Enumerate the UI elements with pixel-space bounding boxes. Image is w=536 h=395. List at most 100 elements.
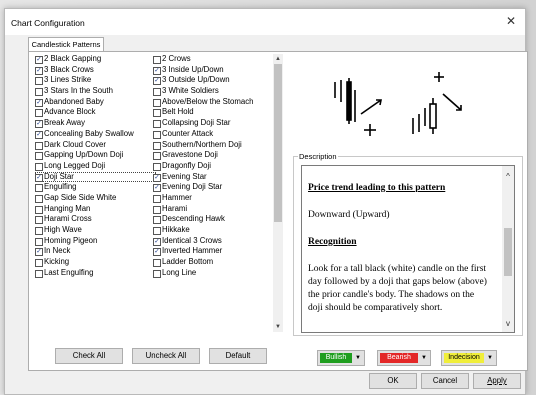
chevron-down-icon[interactable]: v [502,319,514,328]
checkbox[interactable]: ✓ [35,130,43,139]
pattern-item[interactable]: Hanging Man [35,204,151,215]
pattern-item[interactable]: Collapsing Doji Star [153,118,269,129]
pattern-item[interactable]: Long Line [153,268,269,279]
checkbox[interactable] [153,162,161,171]
checkbox[interactable] [35,109,43,118]
pattern-item[interactable]: Homing Pigeon [35,236,151,247]
description-box[interactable]: Price trend leading to this pattern Down… [301,165,515,333]
pattern-item[interactable]: ✓ Abandoned Baby [35,97,151,108]
description-scrollbar[interactable]: ^ v [502,166,514,332]
checkbox[interactable]: ✓ [153,184,161,193]
pattern-list-scrollbar[interactable]: ▲ ▼ [273,54,283,332]
pattern-item[interactable]: 3 White Soldiers [153,86,269,97]
checkbox[interactable]: ✓ [153,173,161,182]
bullish-color-button[interactable]: Bullish ▼ [317,350,365,366]
pattern-item[interactable]: Harami Cross [35,214,151,225]
pattern-item[interactable]: Gravestone Doji [153,150,269,161]
scroll-thumb[interactable] [274,64,282,222]
pattern-item[interactable]: Engulfing [35,182,151,193]
checkbox[interactable]: ✓ [153,237,161,246]
ok-button[interactable]: OK [369,373,417,389]
pattern-item[interactable]: Counter Attack [153,129,269,140]
pattern-item[interactable]: Harami [153,204,269,215]
checkbox[interactable] [35,184,43,193]
pattern-item[interactable]: Long Legged Doji [35,161,151,172]
pattern-item[interactable]: Above/Below the Stomach [153,97,269,108]
pattern-item[interactable]: Last Engulfing [35,268,151,279]
pattern-item[interactable]: Dark Cloud Cover [35,140,151,151]
pattern-item[interactable]: ✓ In Neck [35,246,151,257]
uncheck-all-button[interactable]: Uncheck All [132,348,200,364]
pattern-item[interactable]: ✓ Doji Star [35,171,156,183]
pattern-item[interactable]: ✓ Concealing Baby Swallow [35,129,151,140]
checkbox[interactable]: ✓ [35,98,43,107]
checkbox[interactable] [153,98,161,107]
checkbox[interactable] [153,56,161,64]
checkbox[interactable] [35,152,43,161]
chevron-up-icon[interactable]: ^ [502,172,514,181]
checkbox[interactable] [35,141,43,150]
checkbox[interactable]: ✓ [153,66,161,75]
pattern-item[interactable]: Descending Hawk [153,214,269,225]
checkbox[interactable] [153,130,161,139]
checkbox[interactable] [153,259,161,268]
bearish-color-button[interactable]: Bearish ▼ [377,350,431,366]
pattern-item[interactable]: Hikkake [153,225,269,236]
close-icon[interactable]: ✕ [503,13,519,29]
pattern-item[interactable]: Gap Side Side White [35,193,151,204]
pattern-item[interactable]: ✓ Break Away [35,118,151,129]
pattern-item[interactable]: 3 Stars In the South [35,86,151,97]
checkbox[interactable]: ✓ [35,120,43,129]
check-all-button[interactable]: Check All [55,348,123,364]
checkbox[interactable] [35,216,43,225]
pattern-item[interactable]: Belt Hold [153,107,269,118]
pattern-item[interactable]: ✓ Inverted Hammer [153,246,269,257]
checkbox[interactable] [153,194,161,203]
pattern-item[interactable]: ✓ Identical 3 Crows [153,236,269,247]
checkbox[interactable] [35,88,43,97]
indecision-color-button[interactable]: Indecision ▼ [441,350,497,366]
pattern-item[interactable]: ✓ Evening Star [153,172,269,183]
pattern-item[interactable]: ✓ 3 Inside Up/Down [153,65,269,76]
checkbox[interactable]: ✓ [35,66,43,75]
pattern-item[interactable]: Hammer [153,193,269,204]
checkbox[interactable]: ✓ [153,77,161,86]
checkbox[interactable] [153,152,161,161]
default-button[interactable]: Default [209,348,267,364]
pattern-item[interactable]: Advance Block [35,107,151,118]
checkbox[interactable] [153,227,161,235]
checkbox[interactable] [35,77,43,86]
tab-candlestick-patterns[interactable]: Candlestick Patterns [28,37,104,52]
checkbox[interactable] [153,141,161,150]
pattern-item[interactable]: Dragonfly Doji [153,161,269,172]
checkbox[interactable] [153,120,161,129]
checkbox[interactable]: ✓ [153,248,161,257]
pattern-item[interactable]: 3 Lines Strike [35,75,151,86]
pattern-item[interactable]: ✓ 3 Black Crows [35,65,151,76]
scroll-up-icon[interactable]: ▲ [273,54,283,64]
checkbox[interactable] [35,227,43,235]
checkbox[interactable] [153,88,161,97]
checkbox[interactable] [153,269,161,278]
pattern-item[interactable]: High Wave [35,225,151,236]
pattern-item[interactable]: Southern/Northern Doji [153,140,269,151]
pattern-item[interactable]: ✓ 3 Outside Up/Down [153,75,269,86]
checkbox[interactable] [153,216,161,225]
checkbox[interactable]: ✓ [35,248,43,257]
checkbox[interactable]: ✓ [35,56,43,64]
cancel-button[interactable]: Cancel [421,373,469,389]
description-scroll-thumb[interactable] [504,228,512,276]
checkbox[interactable] [35,237,43,246]
checkbox[interactable] [35,162,43,171]
pattern-item[interactable]: Kicking [35,257,151,268]
checkbox[interactable] [35,269,43,278]
pattern-item[interactable]: Ladder Bottom [153,257,269,268]
pattern-item[interactable]: Gapping Up/Down Doji [35,150,151,161]
checkbox[interactable] [35,259,43,268]
checkbox[interactable] [35,205,43,214]
scroll-down-icon[interactable]: ▼ [273,322,283,332]
pattern-item[interactable]: ✓ 2 Black Gapping [35,54,151,65]
pattern-item[interactable]: ✓ Evening Doji Star [153,182,269,193]
checkbox[interactable]: ✓ [35,173,43,182]
checkbox[interactable] [153,109,161,118]
